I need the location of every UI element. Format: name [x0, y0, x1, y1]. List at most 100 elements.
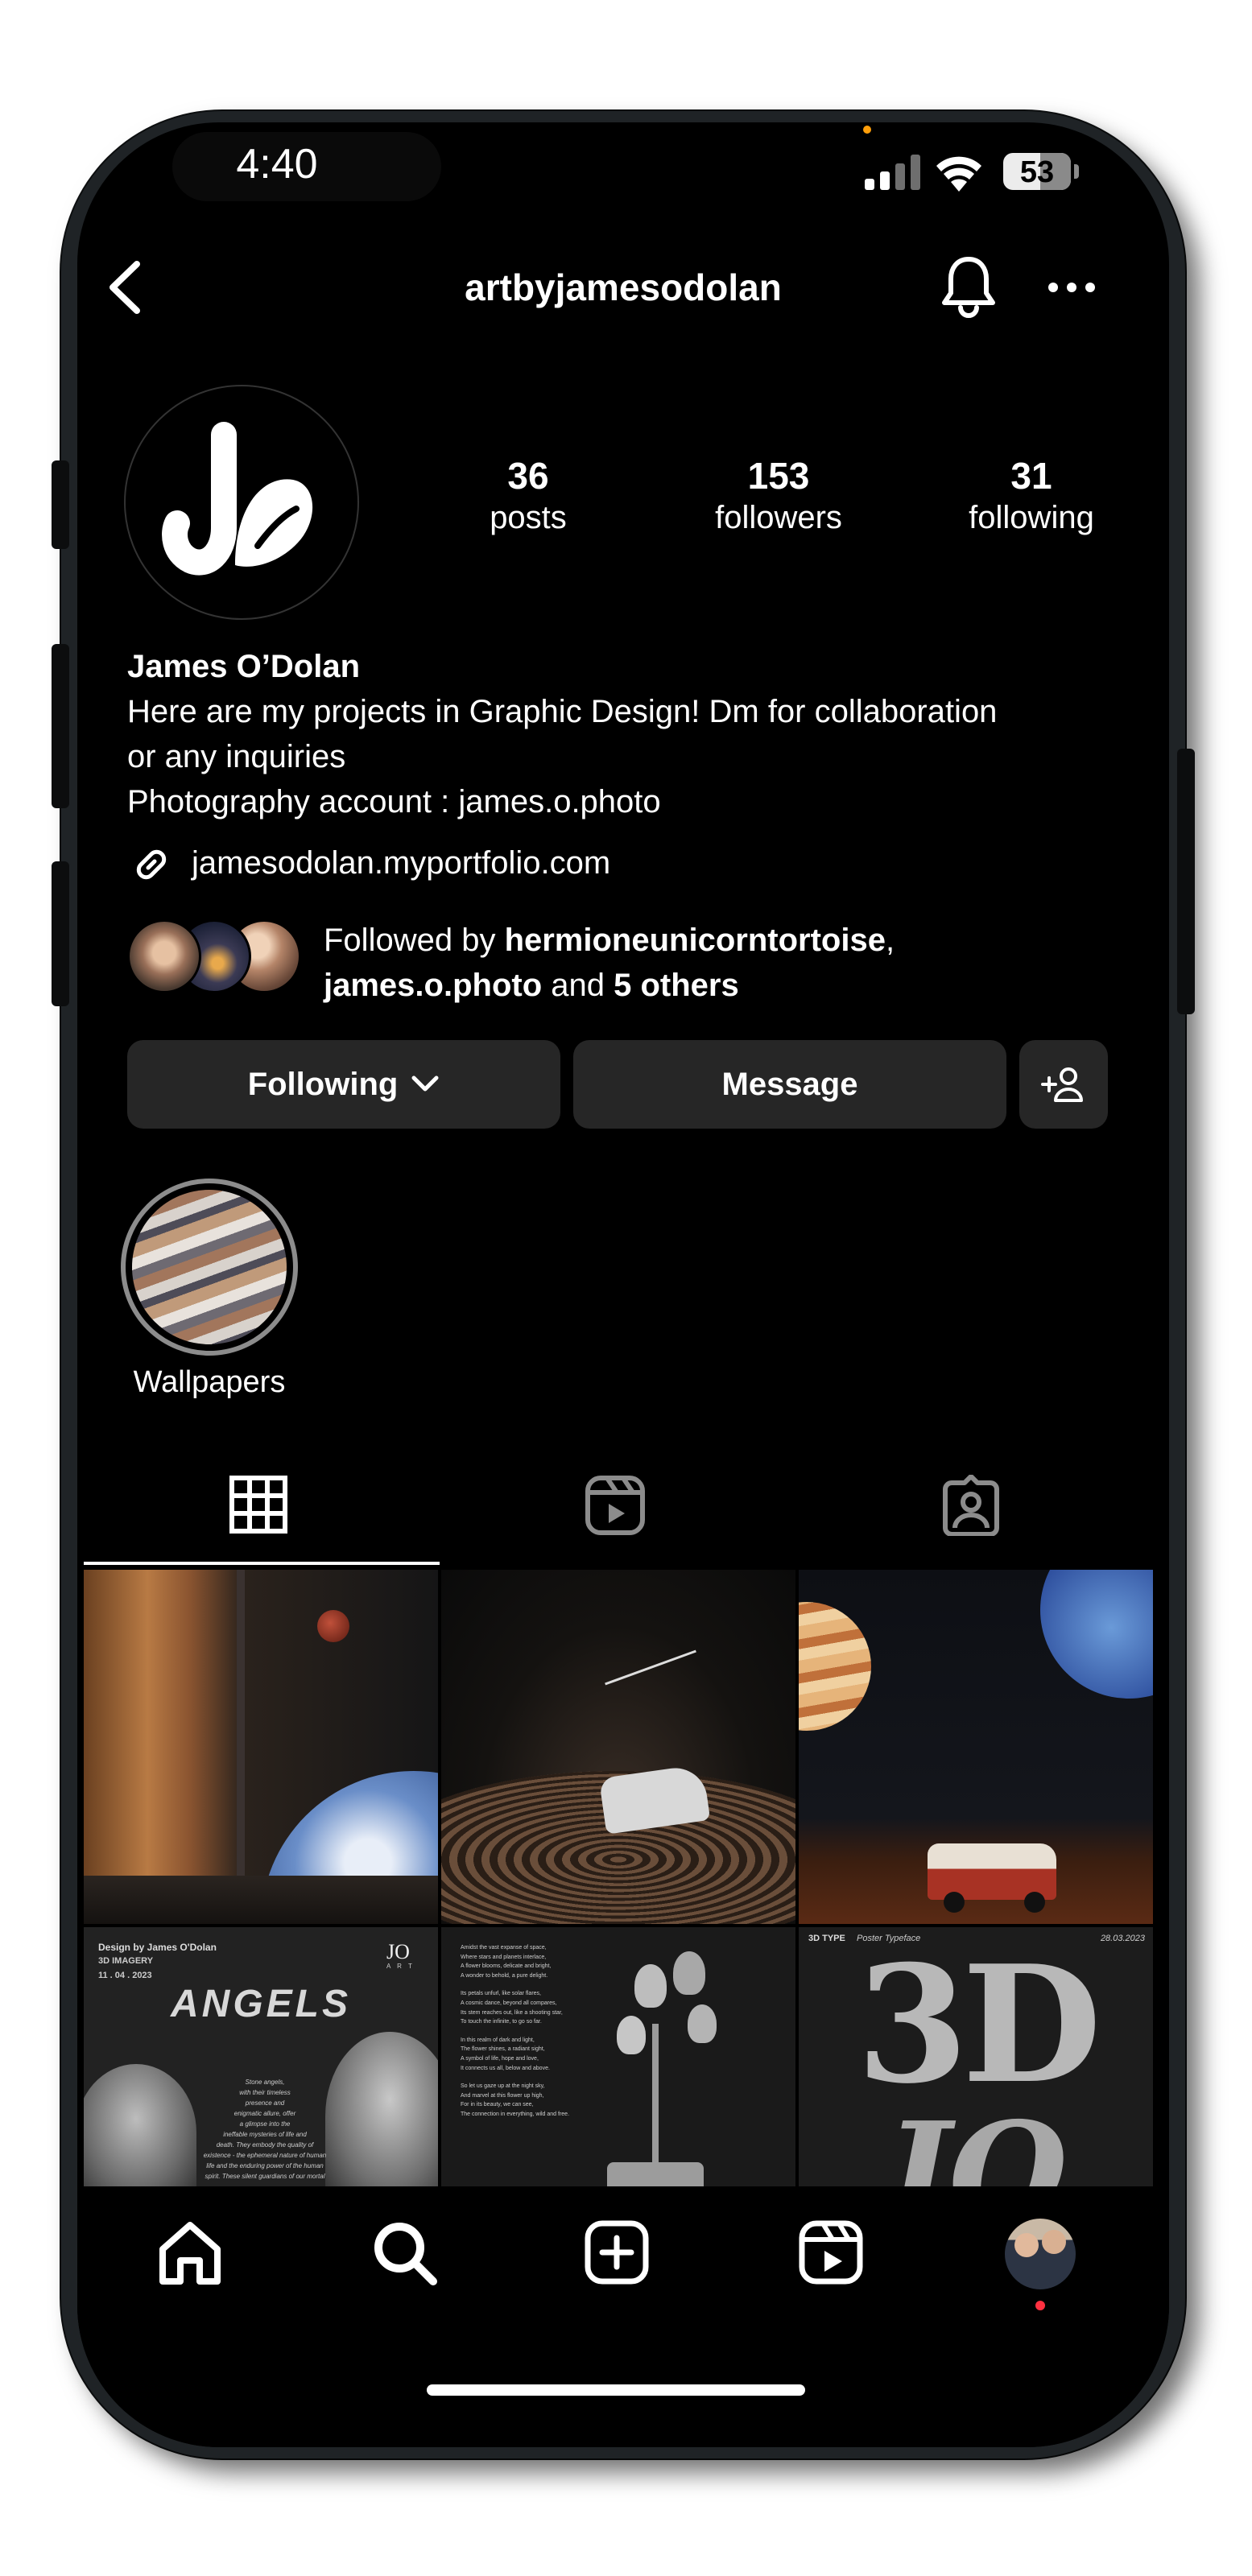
highlight-wallpapers[interactable] — [121, 1179, 298, 1356]
angel-statue-left — [84, 2064, 196, 2186]
volume-up-button — [52, 644, 69, 808]
action-button — [52, 460, 69, 549]
post-thumbnail-2[interactable] — [441, 1570, 795, 1924]
mutual-user-2[interactable]: james.o.photo — [324, 968, 542, 1003]
battery-level: 53 — [1019, 155, 1055, 189]
angel-statue-right — [325, 2032, 438, 2186]
suggest-people-button[interactable] — [1019, 1040, 1108, 1129]
profile-avatar[interactable] — [124, 385, 359, 620]
post-thumbnail-3[interactable] — [799, 1570, 1153, 1924]
reels-icon — [799, 2220, 863, 2285]
p6-big-type: 3D — [856, 1930, 1102, 2120]
window-frame — [237, 1570, 245, 1924]
website-link[interactable]: jamesodolan.myportfolio.com — [192, 845, 610, 881]
notification-bell-icon[interactable] — [939, 254, 998, 319]
nav-create[interactable] — [583, 2219, 651, 2286]
following-button[interactable]: Following — [127, 1040, 560, 1129]
nav-profile[interactable] — [1005, 2219, 1076, 2289]
mutual-avatar-1 — [127, 919, 201, 993]
flower-bloom-2 — [673, 1951, 705, 1995]
more-options-icon[interactable] — [1048, 282, 1095, 293]
window-sill — [84, 1876, 438, 1924]
mutual-others[interactable]: 5 others — [614, 968, 739, 1003]
van-wheel-1 — [944, 1892, 965, 1913]
planet-blue — [1040, 1570, 1153, 1699]
p6-big-type-2: JO — [883, 2092, 1068, 2186]
following-label: following — [969, 500, 1094, 535]
chevron-down-icon — [411, 1075, 439, 1092]
highlight-cover — [132, 1190, 287, 1344]
bottom-nav-bar — [77, 2186, 1169, 2447]
tab-tagged[interactable] — [940, 1475, 1002, 1536]
followers-stat[interactable]: 153 followers — [646, 454, 911, 538]
message-button-label: Message — [721, 1066, 858, 1102]
followers-count: 153 — [747, 455, 810, 497]
grid-icon — [229, 1476, 287, 1534]
van-wheel-2 — [1024, 1892, 1045, 1913]
post-thumbnail-5[interactable]: Amidst the vast expanse of space, Where s… — [441, 1927, 795, 2186]
flower-vase — [607, 2162, 704, 2186]
posts-count: 36 — [507, 455, 549, 497]
tab-reels[interactable] — [585, 1475, 646, 1536]
planet-jupiter — [799, 1602, 871, 1731]
message-button[interactable]: Message — [573, 1040, 1006, 1129]
status-time: 4:40 — [236, 141, 318, 188]
volume-down-button — [52, 861, 69, 1006]
p6-tag: 3D TYPE — [808, 1934, 845, 1943]
followed-by-prefix: Followed by — [324, 923, 505, 958]
p4-sub: 3D IMAGERY — [98, 1956, 154, 1966]
privacy-dot — [863, 126, 871, 134]
highlight-label: Wallpapers — [133, 1365, 286, 1399]
flower-bloom-1 — [634, 1964, 667, 2008]
bio-line-2: or any inquiries — [127, 739, 346, 774]
home-indicator[interactable] — [427, 2384, 805, 2396]
following-count: 31 — [1010, 455, 1052, 497]
p5-poem: Amidst the vast expanse of space, Where s… — [461, 1945, 570, 2117]
back-button[interactable] — [106, 261, 143, 314]
p4-logo: JO — [386, 1940, 410, 1963]
shooting-star — [605, 1649, 696, 1686]
posts-stat[interactable]: 36 posts — [440, 454, 617, 538]
notification-dot — [1035, 2301, 1045, 2310]
tab-grid[interactable] — [229, 1475, 288, 1534]
reels-icon — [585, 1476, 645, 1535]
profile-photo-person-1 — [1014, 2233, 1039, 2257]
bio-line-3: Photography account : james.o.photo — [127, 784, 661, 819]
planet-red — [317, 1610, 349, 1642]
profile-name: James O’Dolan — [127, 649, 361, 684]
cellular-signal-icon — [865, 155, 923, 190]
post-thumbnail-4[interactable]: Design by James O'Dolan 3D IMAGERY 11 . … — [84, 1927, 438, 2186]
followed-by-and: and — [542, 968, 614, 1003]
power-button — [1177, 749, 1195, 1014]
link-icon — [127, 840, 176, 889]
create-icon — [585, 2220, 649, 2285]
wifi-icon — [934, 155, 984, 192]
mutual-user-1[interactable]: hermioneunicorntortoise — [505, 923, 886, 958]
p6-date: 28.03.2023 — [1100, 1934, 1145, 1943]
tagged-icon — [943, 1475, 999, 1536]
phone-screen: 4:40 53 artbyjamesodolan 36 posts 153 fo… — [77, 122, 1169, 2447]
add-person-icon — [1041, 1067, 1083, 1102]
following-button-label: Following — [247, 1066, 399, 1102]
nav-search[interactable] — [370, 2219, 438, 2286]
followed-by-text[interactable]: Followed by hermioneunicorntortoise, jam… — [324, 918, 1016, 1008]
bio-line-1: Here are my projects in Graphic Design! … — [127, 694, 998, 729]
nav-reels[interactable] — [797, 2219, 865, 2286]
home-icon — [159, 2222, 221, 2285]
profile-username: artbyjamesodolan — [465, 266, 782, 308]
following-stat[interactable]: 31 following — [899, 454, 1164, 538]
flower-bloom-3 — [617, 2016, 646, 2054]
p4-title: ANGELS — [170, 1983, 351, 2025]
post-thumbnail-1[interactable] — [84, 1570, 438, 1924]
followers-label: followers — [715, 500, 842, 535]
flower-stem — [652, 2024, 659, 2169]
post-thumbnail-6[interactable]: 3D TYPE Poster Typeface 28.03.2023 3D JO — [799, 1927, 1153, 2186]
nav-home[interactable] — [156, 2219, 224, 2286]
search-icon — [374, 2223, 437, 2285]
tab-grid-indicator — [84, 1562, 440, 1565]
followed-by-sep: , — [885, 923, 895, 958]
p4-poem: Stone angels, with their timeless presence… — [203, 2079, 327, 2180]
battery-icon: 53 — [1003, 153, 1071, 190]
flower-bloom-4 — [688, 2004, 717, 2043]
profile-photo-person-2 — [1042, 2230, 1066, 2254]
